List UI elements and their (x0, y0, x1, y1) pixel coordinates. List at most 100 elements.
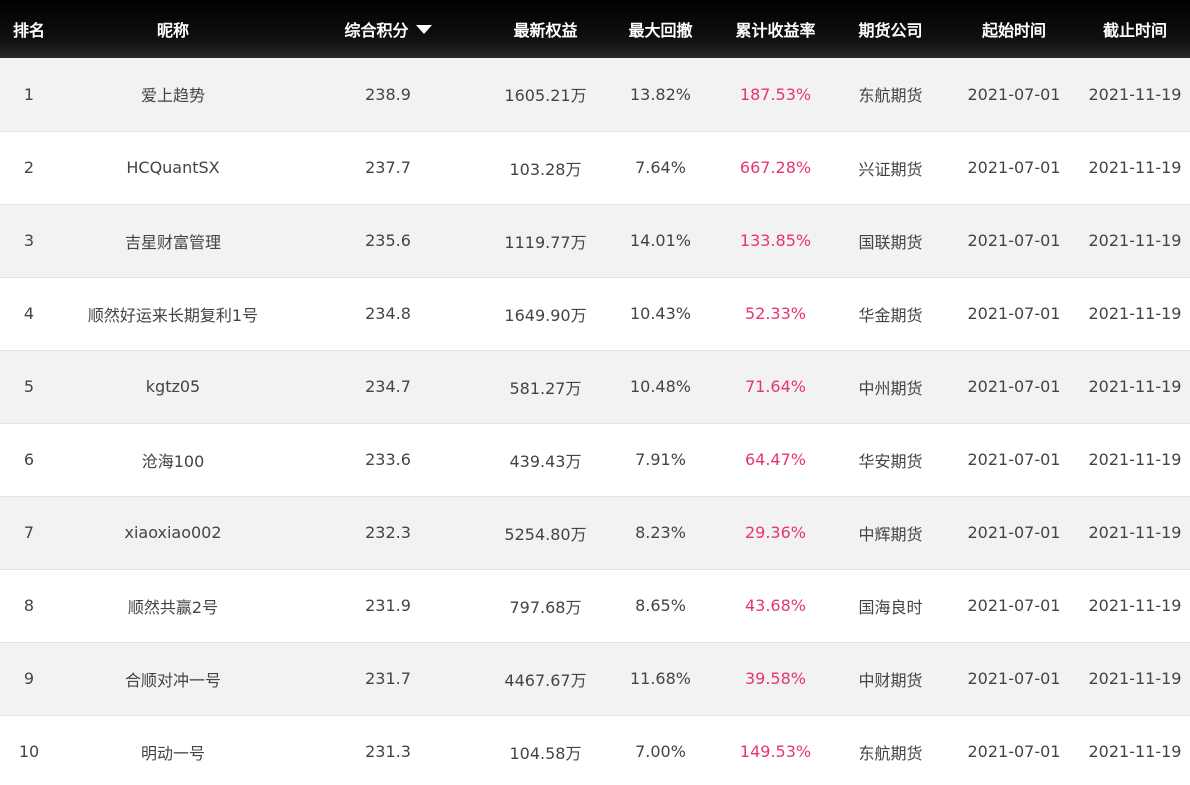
cell-start-date: 2021-07-01 (948, 277, 1080, 351)
cell-return: 71.64% (718, 350, 833, 424)
cell-drawdown: 11.68% (603, 642, 718, 716)
cell-company: 国海良时 (833, 569, 948, 643)
header-nickname: 昵称 (156, 21, 189, 40)
cell-company: 华安期货 (833, 423, 948, 497)
cell-end-date: 2021-11-19 (1080, 496, 1190, 570)
cell-return: 39.58% (718, 642, 833, 716)
cell-return: 52.33% (718, 277, 833, 351)
cell-score: 231.7 (288, 642, 488, 716)
table-row: 10 明动一号 231.3 104.58万 7.00% 149.53% 东航期货 2021-0… (0, 715, 1190, 785)
cell-equity: 5254.80万 (488, 496, 603, 570)
cell-score: 231.9 (288, 569, 488, 643)
header-company: 期货公司 (858, 21, 923, 40)
header-start-date: 起始时间 (981, 21, 1046, 40)
cell-score: 231.3 (288, 715, 488, 785)
cell-return: 149.53% (718, 715, 833, 785)
cell-equity: 797.68万 (488, 569, 603, 643)
cell-end-date: 2021-11-19 (1080, 277, 1190, 351)
cell-drawdown: 7.64% (603, 131, 718, 205)
cell-start-date: 2021-07-01 (948, 569, 1080, 643)
cell-nickname: 顺然好运来长期复利1号 (58, 277, 288, 351)
cell-start-date: 2021-07-01 (948, 715, 1080, 785)
table-row: 6 沧海100 233.6 439.43万 7.91% 64.47% 华安期货 2021-07… (0, 423, 1190, 497)
header-score-label: 综合积分 (344, 21, 409, 40)
header-return: 累计收益率 (735, 21, 816, 40)
header-end-date: 截止时间 (1102, 21, 1167, 40)
table-header: 排名 昵称 综合积分 最新权益 最大回撤 累计收益率 期货公司 起始时间 截止时… (0, 0, 1190, 58)
cell-nickname: 合顺对冲一号 (58, 642, 288, 716)
cell-nickname: xiaoxiao002 (58, 496, 288, 570)
cell-nickname: HCQuantSX (58, 131, 288, 205)
cell-return: 187.53% (718, 58, 833, 132)
sort-desc-icon[interactable] (415, 25, 432, 34)
cell-score: 233.6 (288, 423, 488, 497)
cell-return: 64.47% (718, 423, 833, 497)
cell-drawdown: 10.43% (603, 277, 718, 351)
cell-return: 43.68% (718, 569, 833, 643)
cell-drawdown: 8.65% (603, 569, 718, 643)
table-row: 3 吉星财富管理 235.6 1119.77万 14.01% 133.85% 国联期货 202… (0, 204, 1190, 278)
cell-end-date: 2021-11-19 (1080, 715, 1190, 785)
cell-drawdown: 8.23% (603, 496, 718, 570)
table-row: 8 顺然共赢2号 231.9 797.68万 8.65% 43.68% 国海良时 2021-0… (0, 569, 1190, 643)
ranking-table: 排名 昵称 综合积分 最新权益 最大回撤 累计收益率 期货公司 起始时间 截止时… (0, 0, 1190, 785)
cell-end-date: 2021-11-19 (1080, 131, 1190, 205)
table-row: 5 kgtz05 234.7 581.27万 10.48% 71.64% 中州期货 2021-… (0, 350, 1190, 424)
cell-end-date: 2021-11-19 (1080, 423, 1190, 497)
cell-start-date: 2021-07-01 (948, 423, 1080, 497)
table-row: 2 HCQuantSX 237.7 103.28万 7.64% 667.28% 兴证期货 20… (0, 131, 1190, 205)
cell-score: 237.7 (288, 131, 488, 205)
cell-rank: 1 (0, 58, 58, 132)
cell-nickname: 明动一号 (58, 715, 288, 785)
cell-return: 133.85% (718, 204, 833, 278)
cell-equity: 1649.90万 (488, 277, 603, 351)
cell-end-date: 2021-11-19 (1080, 204, 1190, 278)
table-row: 4 顺然好运来长期复利1号 234.8 1649.90万 10.43% 52.33% 华金期… (0, 277, 1190, 351)
header-equity: 最新权益 (513, 21, 578, 40)
cell-return: 667.28% (718, 131, 833, 205)
table-row: 1 爱上趋势 238.9 1605.21万 13.82% 187.53% 东航期货 2021-… (0, 58, 1190, 132)
cell-drawdown: 14.01% (603, 204, 718, 278)
cell-drawdown: 7.00% (603, 715, 718, 785)
cell-equity: 1605.21万 (488, 58, 603, 132)
cell-company: 华金期货 (833, 277, 948, 351)
header-rank: 排名 (12, 21, 45, 40)
cell-equity: 103.28万 (488, 131, 603, 205)
cell-score: 235.6 (288, 204, 488, 278)
cell-nickname: 沧海100 (58, 423, 288, 497)
table-body: 1 爱上趋势 238.9 1605.21万 13.82% 187.53% 东航期货 2021-… (0, 58, 1190, 785)
cell-rank: 6 (0, 423, 58, 497)
cell-equity: 1119.77万 (488, 204, 603, 278)
cell-start-date: 2021-07-01 (948, 350, 1080, 424)
cell-drawdown: 7.91% (603, 423, 718, 497)
cell-end-date: 2021-11-19 (1080, 642, 1190, 716)
cell-company: 国联期货 (833, 204, 948, 278)
cell-nickname: kgtz05 (58, 350, 288, 424)
cell-company: 中财期货 (833, 642, 948, 716)
cell-equity: 439.43万 (488, 423, 603, 497)
cell-score: 238.9 (288, 58, 488, 132)
cell-rank: 8 (0, 569, 58, 643)
cell-company: 中辉期货 (833, 496, 948, 570)
cell-rank: 10 (0, 715, 58, 785)
cell-nickname: 爱上趋势 (58, 58, 288, 132)
cell-return: 29.36% (718, 496, 833, 570)
cell-rank: 3 (0, 204, 58, 278)
cell-company: 东航期货 (833, 58, 948, 132)
header-drawdown: 最大回撤 (628, 21, 693, 40)
cell-start-date: 2021-07-01 (948, 131, 1080, 205)
cell-rank: 2 (0, 131, 58, 205)
cell-rank: 9 (0, 642, 58, 716)
cell-equity: 104.58万 (488, 715, 603, 785)
cell-start-date: 2021-07-01 (948, 496, 1080, 570)
cell-rank: 4 (0, 277, 58, 351)
header-score-sortable[interactable]: 综合积分 (288, 0, 488, 58)
cell-drawdown: 10.48% (603, 350, 718, 424)
cell-equity: 4467.67万 (488, 642, 603, 716)
cell-end-date: 2021-11-19 (1080, 58, 1190, 132)
cell-nickname: 顺然共赢2号 (58, 569, 288, 643)
cell-nickname: 吉星财富管理 (58, 204, 288, 278)
cell-drawdown: 13.82% (603, 58, 718, 132)
cell-rank: 5 (0, 350, 58, 424)
cell-company: 兴证期货 (833, 131, 948, 205)
